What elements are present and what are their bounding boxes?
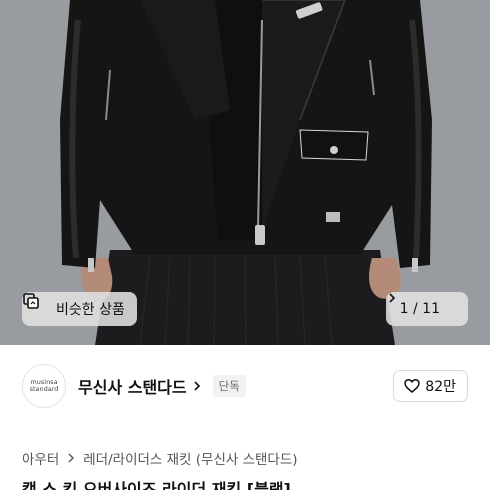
like-button[interactable]: 82만 (393, 370, 468, 402)
similar-items-icon (23, 293, 50, 318)
like-count: 82만 (425, 379, 456, 395)
brand-logo[interactable]: musinsa standard (22, 364, 66, 408)
image-pager[interactable]: 1 / 11 (385, 292, 468, 326)
exclusive-badge: 단독 (212, 375, 246, 397)
breadcrumb-item-category[interactable]: 레더/라이더스 재킷 (무신사 스탠다드) (83, 448, 297, 468)
product-title: 캡 스 킨 오버사이즈 라이더 재킷 [블랙] (22, 480, 291, 490)
breadcrumb: 아우터 레더/라이더스 재킷 (무신사 스탠다드) (22, 448, 298, 468)
similar-items-button[interactable]: 비슷한 상품 (22, 292, 137, 326)
brand-row: musinsa standard 무신사 스탠다드 단독 82만 (22, 360, 468, 412)
image-pager-text: 1 / 11 (399, 301, 440, 317)
similar-items-label: 비슷한 상품 (56, 302, 125, 318)
product-image[interactable]: 비슷한 상품 1 / 11 (0, 0, 490, 345)
chevron-right-icon (65, 452, 77, 464)
brand-logo-text-2: standard (29, 385, 59, 393)
chevron-right-icon (191, 380, 203, 392)
chevron-right-icon (389, 293, 458, 315)
heart-icon (403, 377, 421, 395)
brand-name-link[interactable]: 무신사 스탠다드 (78, 374, 187, 398)
breadcrumb-item-outer[interactable]: 아우터 (22, 448, 59, 468)
